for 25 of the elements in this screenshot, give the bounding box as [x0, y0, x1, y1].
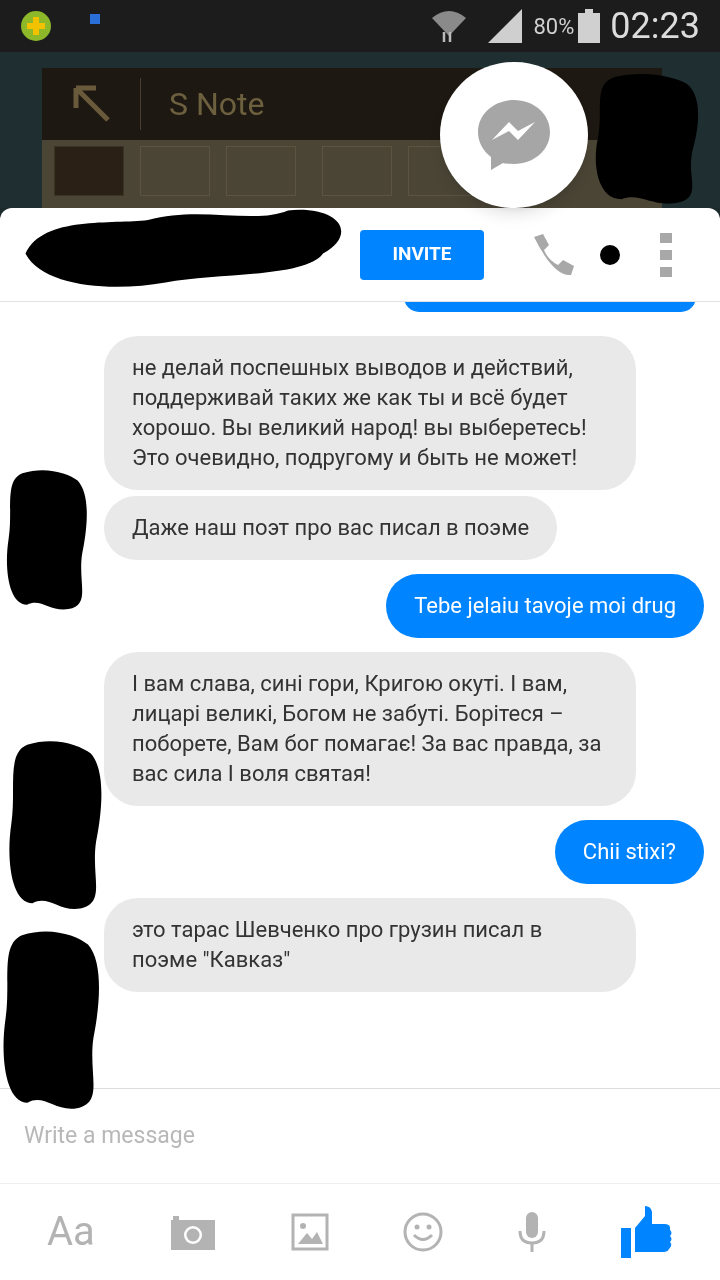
thumbs-up-icon[interactable] — [620, 1206, 673, 1258]
battery-icon — [578, 9, 601, 43]
arrow-icon — [72, 84, 112, 124]
wifi-icon — [429, 8, 468, 44]
image-icon[interactable] — [290, 1213, 329, 1251]
more-options-icon[interactable] — [660, 232, 672, 277]
message-bubble: не делай поспешных выводов и действий, поддерживай таких же как ты и всё будет хорошо. Вы великий народ! вы выберетесь! Это очевидно, подругому и быть не может! — [104, 336, 636, 490]
microphone-icon[interactable] — [516, 1212, 547, 1252]
clock: 02:23 — [610, 4, 700, 49]
font-button[interactable]: Aa — [47, 1212, 95, 1252]
message-bubble: І вам слава, сині гори, Кригою окуті. І вам, лицарі великі, Богом не забуті. Борітеся – поборете, Вам бог помагає! За вас правда, за вас сила І воля святая! — [104, 652, 636, 806]
smiley-icon[interactable] — [402, 1212, 443, 1252]
message-bubble: Tebe jelaiu tavoje moi drug — [386, 574, 704, 638]
plus-badge-icon — [20, 10, 52, 42]
messenger-icon — [478, 100, 550, 170]
camera-icon[interactable] — [168, 1214, 217, 1250]
battery-percent: 80% — [533, 12, 575, 41]
message-bubble: это тарас Шевченко про грузин писал в поэме "Кавказ" — [104, 898, 636, 992]
message-field[interactable]: Write a message — [24, 1118, 696, 1154]
notification-icon — [90, 14, 100, 24]
message-bubble: Chii stixi? — [554, 820, 704, 884]
invite-button[interactable]: INVITE — [360, 229, 484, 280]
signal-icon — [487, 9, 522, 43]
message-bubble: Даже наш поэт про вас писал в поэме — [104, 496, 558, 560]
app-title: S Note — [169, 84, 265, 125]
